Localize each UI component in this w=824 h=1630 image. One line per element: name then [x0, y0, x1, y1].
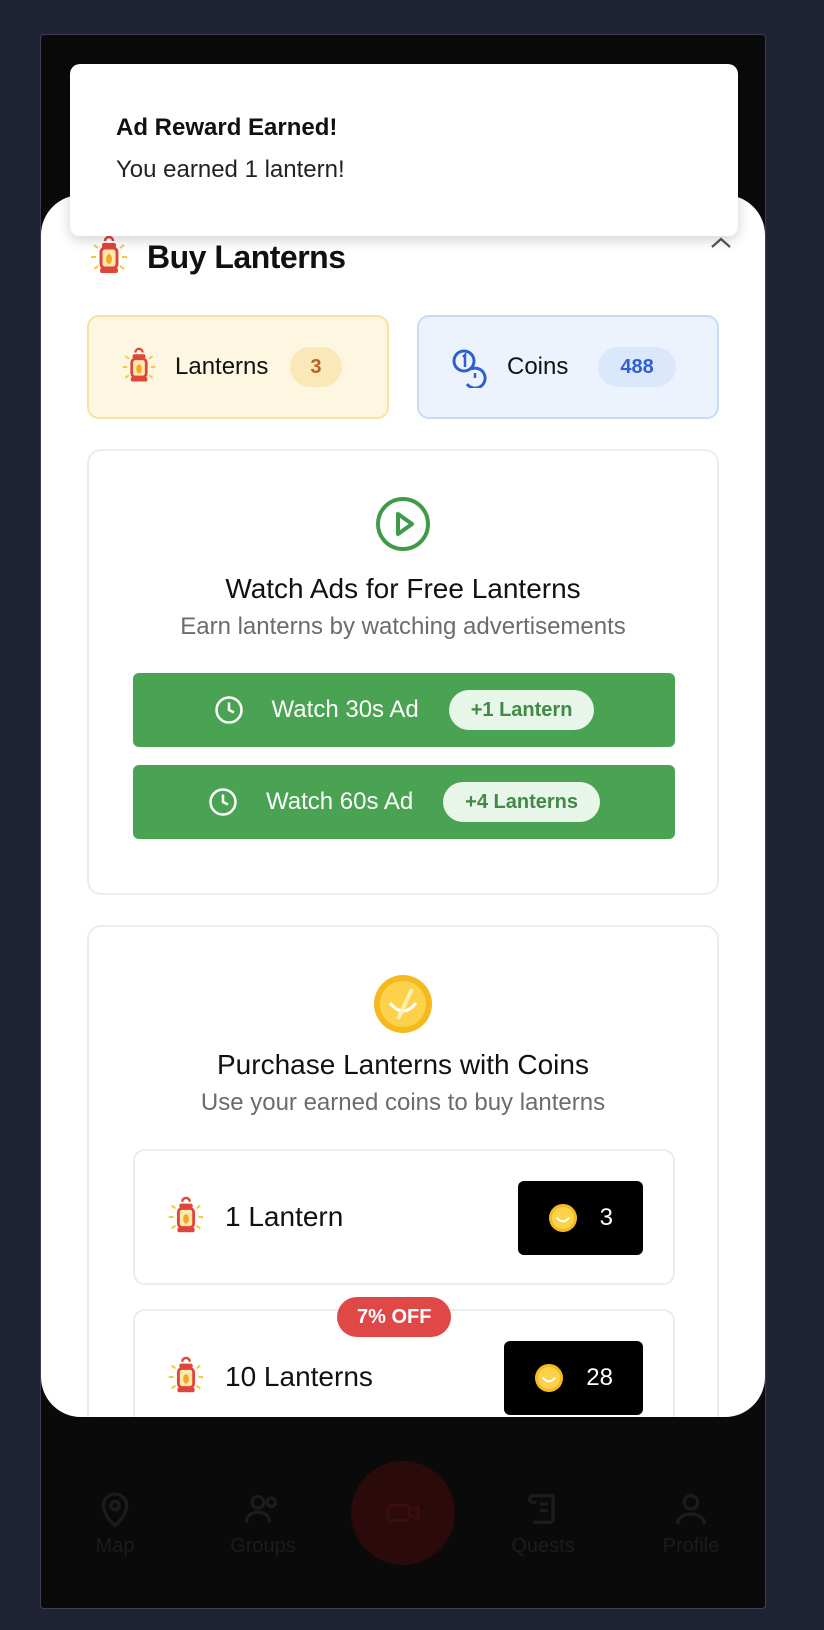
- scroll-icon: [528, 1493, 555, 1524]
- price-amount: 28: [586, 1364, 613, 1391]
- purchase-subtitle: Use your earned coins to buy lanterns: [200, 1089, 606, 1116]
- clock-icon: [209, 788, 237, 816]
- nav-item-groups[interactable]: Groups: [203, 1489, 323, 1558]
- nav-label-profile: Profile: [662, 1534, 720, 1557]
- toast-title: Ad Reward Earned!: [116, 114, 338, 141]
- coins-balance-card: Coins 488: [417, 315, 719, 419]
- play-circle-icon: [376, 497, 430, 551]
- lantern-icon: [168, 1196, 204, 1233]
- map-pin-icon: [101, 1491, 129, 1528]
- nav-center-camera-button[interactable]: [351, 1461, 455, 1565]
- watch-30s-ad-button[interactable]: Watch 30s Ad +1 Lantern: [133, 673, 675, 747]
- purchase-option-label: 1 Lantern: [225, 1201, 344, 1232]
- ads-subtitle: Earn lanterns by watching advertisements: [180, 613, 626, 640]
- gold-coin-icon: [535, 1363, 564, 1393]
- lantern-icon: [91, 235, 127, 273]
- phone-frame: Map Groups Quests Profile Buy Lanterns L…: [40, 34, 766, 1609]
- play-icon-wrap: [89, 495, 717, 553]
- nav-item-map[interactable]: Map: [55, 1489, 175, 1558]
- nav-label-groups: Groups: [230, 1534, 296, 1557]
- gold-coin-icon: [548, 1203, 577, 1233]
- coins-icon: [452, 349, 487, 388]
- sheet-title: Buy Lanterns: [147, 238, 346, 275]
- lanterns-balance-card: Lanterns 3: [87, 315, 389, 419]
- nav-label-quests: Quests: [511, 1534, 575, 1557]
- nav-item-quests[interactable]: Quests: [483, 1489, 603, 1558]
- sheet-header: Buy Lanterns: [87, 235, 346, 279]
- nav-label-map: Map: [95, 1534, 135, 1557]
- watch-30s-ad-label: Watch 30s Ad: [271, 696, 419, 723]
- users-icon: [244, 1494, 278, 1522]
- purchase-option-10-lanterns: 7% OFF 10 Lanterns 28: [133, 1297, 675, 1417]
- watch-ads-card: Watch Ads for Free Lanterns Earn lantern…: [87, 449, 719, 895]
- buy-lanterns-sheet: Buy Lanterns Lanterns 3 Coins 488 Watch …: [41, 195, 765, 1417]
- watch-60s-ad-button[interactable]: Watch 60s Ad +4 Lanterns: [133, 765, 675, 839]
- gold-coin-icon: [374, 975, 432, 1033]
- purchase-option-label: 10 Lanterns: [225, 1361, 373, 1392]
- buy-1-lantern-button[interactable]: 3: [517, 1181, 643, 1255]
- buy-10-lanterns-button[interactable]: 28: [504, 1341, 643, 1415]
- watch-60s-ad-label: Watch 60s Ad: [265, 788, 414, 815]
- discount-badge: 7% OFF: [337, 1297, 452, 1337]
- coins-label: Coins: [507, 353, 569, 380]
- nav-item-profile[interactable]: Profile: [631, 1489, 751, 1558]
- ads-title: Watch Ads for Free Lanterns: [225, 573, 581, 604]
- lanterns-label: Lanterns: [175, 353, 269, 380]
- reward-badge: +1 Lantern: [448, 690, 595, 730]
- lantern-icon: [168, 1356, 204, 1393]
- camera-icon: [386, 1504, 420, 1522]
- lantern-icon: [122, 347, 156, 382]
- lanterns-count-badge: 3: [290, 347, 342, 387]
- purchase-title: Purchase Lanterns with Coins: [217, 1049, 589, 1080]
- bottom-nav: Map Groups Quests Profile: [41, 1428, 765, 1608]
- coin-icon-wrap: [89, 973, 717, 1035]
- clock-icon: [214, 696, 243, 724]
- price-amount: 3: [599, 1204, 613, 1231]
- purchase-option-1-lantern: 1 Lantern 3: [133, 1149, 675, 1285]
- toast-message: You earned 1 lantern!: [116, 156, 345, 183]
- reward-toast[interactable]: Ad Reward Earned! You earned 1 lantern!: [70, 64, 738, 236]
- reward-badge: +4 Lanterns: [443, 782, 600, 822]
- coins-count-badge: 488: [598, 347, 676, 387]
- purchase-lanterns-card: Purchase Lanterns with Coins Use your ea…: [87, 925, 719, 1417]
- user-icon: [676, 1493, 706, 1524]
